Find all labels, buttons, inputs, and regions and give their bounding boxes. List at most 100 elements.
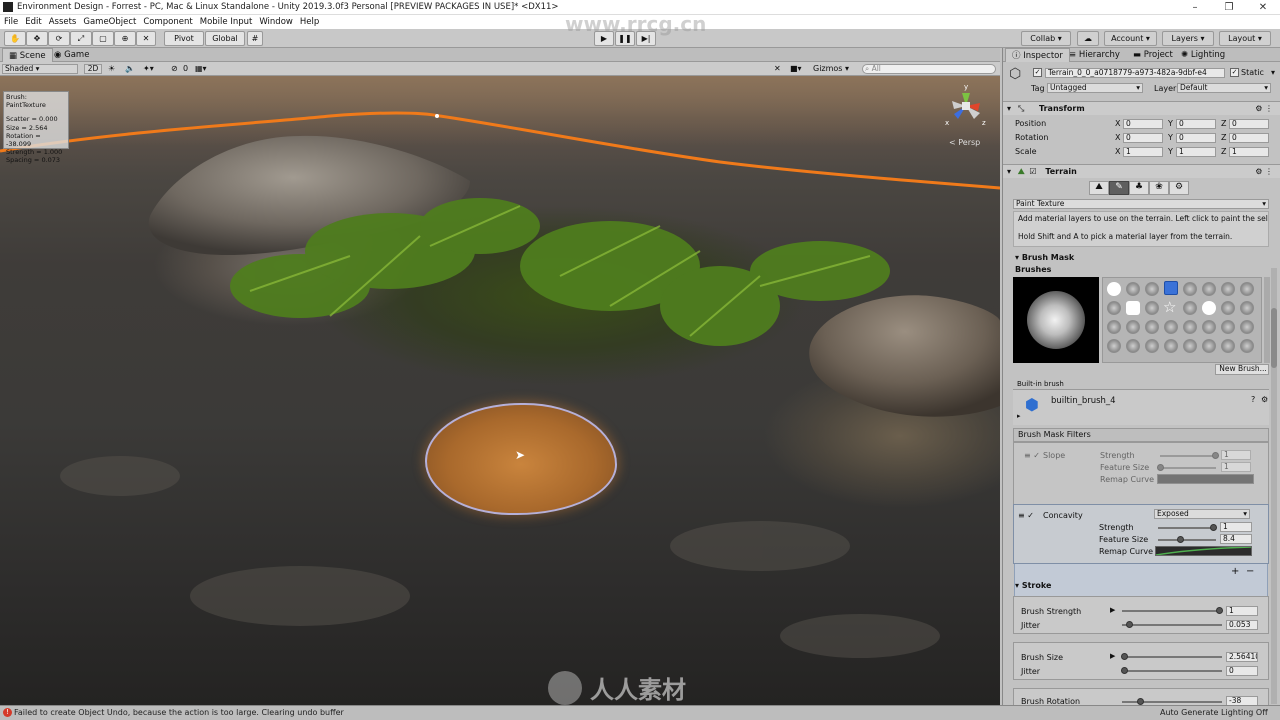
brush-size-slider[interactable] [1122, 656, 1222, 658]
size-jitter-slider[interactable] [1122, 670, 1222, 672]
brush-thumb[interactable] [1145, 282, 1159, 296]
position-y-field[interactable]: 0 [1176, 119, 1216, 129]
brush-strength-slider[interactable] [1122, 610, 1222, 612]
jitter-field[interactable]: 0.053 [1226, 620, 1258, 630]
concavity-feature-slider[interactable] [1158, 539, 1216, 541]
brush-thumb[interactable] [1164, 320, 1178, 334]
maximize-icon[interactable]: ❐ [1212, 0, 1246, 15]
brush-thumb[interactable] [1145, 301, 1159, 315]
brush-thumb[interactable] [1240, 339, 1254, 353]
brush-thumb[interactable] [1202, 339, 1216, 353]
camera-icon[interactable]: ■▾ [790, 64, 802, 73]
tab-inspector[interactable]: ⓘ Inspector [1005, 48, 1070, 62]
step-button[interactable]: ▶| [636, 31, 656, 46]
brush-thumb-selected[interactable] [1164, 281, 1178, 295]
transform-tool-icon[interactable]: ⊕ [114, 31, 136, 46]
cloud-icon[interactable]: ☁ [1077, 31, 1099, 46]
tools-icon[interactable]: ✕ [774, 64, 781, 73]
terrain-enabled-checkbox[interactable]: ☑ [1029, 167, 1036, 176]
scale-z-field[interactable]: 1 [1229, 147, 1269, 157]
brush-settings-icon[interactable]: ⚙ [1261, 395, 1268, 404]
brush-size-field[interactable]: 2.56410 [1226, 652, 1258, 662]
pivot-toggle[interactable]: Pivot [164, 31, 204, 46]
brush-thumb[interactable] [1183, 339, 1197, 353]
menu-assets[interactable]: Assets [49, 17, 77, 27]
remove-filter-icon[interactable]: − [1246, 566, 1254, 577]
concavity-mode-dropdown[interactable]: Exposed ▾ [1154, 509, 1250, 519]
rotation-y-field[interactable]: 0 [1176, 133, 1216, 143]
brush-thumb[interactable] [1240, 301, 1254, 315]
layer-dropdown[interactable]: Default ▾ [1177, 83, 1271, 93]
brush-thumb[interactable] [1126, 339, 1140, 353]
slope-feature-slider[interactable] [1160, 467, 1216, 469]
custom-tool-icon[interactable]: ✕ [136, 31, 156, 46]
rotation-z-field[interactable]: 0 [1229, 133, 1269, 143]
status-message[interactable]: Failed to create Object Undo, because th… [14, 708, 344, 717]
inspector-scrollbar[interactable] [1271, 268, 1277, 704]
terrain-header[interactable]: ▾ ⛰ ☑ Terrain ⚙ ⋮ [1003, 164, 1280, 178]
brush-thumb[interactable] [1221, 339, 1235, 353]
tag-dropdown[interactable]: Untagged ▾ [1047, 83, 1143, 93]
menu-component[interactable]: Component [143, 17, 192, 27]
brush-thumb[interactable] [1126, 301, 1140, 315]
effects-toggle-icon[interactable]: ✦▾ [143, 64, 154, 73]
tab-project[interactable]: ▬ Project [1127, 48, 1179, 62]
raise-terrain-icon[interactable]: ⛰ [1089, 181, 1109, 195]
paint-trees-icon[interactable]: ♣ [1129, 181, 1149, 195]
slope-strength-knob[interactable] [1212, 452, 1219, 459]
add-filter-icon[interactable]: + [1231, 566, 1239, 577]
brush-thumb[interactable] [1126, 282, 1140, 296]
size-jitter-knob[interactable] [1121, 667, 1128, 674]
brush-thumb[interactable] [1164, 339, 1178, 353]
audio-toggle-icon[interactable]: 🔈 [125, 64, 135, 73]
tab-game[interactable]: ◉ Game [48, 48, 95, 62]
move-tool-icon[interactable]: ✥ [26, 31, 48, 46]
object-name-field[interactable]: Terrain_0_0_a0718779-a973-482a-9dbf-e4 [1045, 68, 1225, 78]
brush-thumb[interactable] [1107, 282, 1121, 296]
concavity-filter[interactable]: ≡ ✓ Concavity Exposed ▾ Strength 1 Featur… [1013, 504, 1269, 564]
brush-mask-title[interactable]: ▾ Brush Mask [1015, 253, 1074, 262]
concavity-feature-field[interactable]: 8.4 [1220, 534, 1252, 544]
brush-thumb[interactable] [1240, 320, 1254, 334]
brush-strength-field[interactable]: 1 [1226, 606, 1258, 616]
brush-thumb[interactable] [1183, 282, 1197, 296]
global-toggle[interactable]: Global [205, 31, 245, 46]
shading-mode-dropdown[interactable]: Shaded ▾ [2, 64, 78, 74]
concavity-remap-curve[interactable] [1155, 546, 1252, 556]
foldout-icon[interactable]: ▸ [1017, 412, 1021, 420]
grid-toggle-icon[interactable]: ▦▾ [195, 64, 207, 73]
rotation-x-field[interactable]: 0 [1123, 133, 1163, 143]
concavity-feature-knob[interactable] [1177, 536, 1184, 543]
brush-grid-scrollbar[interactable] [1264, 277, 1270, 363]
menu-window[interactable]: Window [259, 17, 293, 27]
slope-remap-curve[interactable] [1157, 474, 1254, 484]
position-z-field[interactable]: 0 [1229, 119, 1269, 129]
paint-brush-icon[interactable]: ✎ [1109, 181, 1129, 195]
menu-edit[interactable]: Edit [25, 17, 41, 27]
scene-viewport[interactable]: ➤ Brush: PaintTexture Scatter = 0.000 Si… [0, 76, 1000, 705]
slope-filter[interactable]: ≡ ✓ Slope Strength 1 Feature Size 1 Rema… [1016, 445, 1266, 501]
brush-thumb[interactable] [1107, 301, 1121, 315]
scene-orientation-gizmo[interactable]: y x z [944, 81, 989, 131]
concavity-strength-field[interactable]: 1 [1220, 522, 1252, 532]
new-brush-button[interactable]: New Brush... [1215, 364, 1269, 375]
scale-x-field[interactable]: 1 [1123, 147, 1163, 157]
component-settings-icon[interactable]: ⚙ ⋮ [1255, 102, 1273, 115]
mode-2d-toggle[interactable]: 2D [84, 64, 102, 74]
terrain-settings-icon[interactable]: ⚙ [1169, 181, 1189, 195]
brush-thumb[interactable] [1202, 320, 1216, 334]
active-checkbox[interactable]: ✓ [1033, 68, 1042, 77]
expand-icon[interactable]: ▶ [1110, 606, 1115, 614]
slope-strength-slider[interactable] [1160, 455, 1216, 457]
transform-header[interactable]: ▾ ⤡ Transform ⚙ ⋮ [1003, 101, 1280, 115]
scale-tool-icon[interactable]: ⤢ [70, 31, 92, 46]
layers-dropdown[interactable]: Layers ▾ [1162, 31, 1214, 46]
brush-rotation-knob[interactable] [1137, 698, 1144, 705]
filter-drag-icon[interactable]: ≡ ✓ [1018, 511, 1034, 520]
jitter-knob[interactable] [1126, 621, 1133, 628]
minimize-icon[interactable]: – [1178, 0, 1212, 15]
tab-lighting[interactable]: ✺ Lighting [1175, 48, 1231, 62]
menu-gameobject[interactable]: GameObject [83, 17, 136, 27]
concavity-strength-slider[interactable] [1158, 527, 1216, 529]
lighting-toggle-icon[interactable]: ☀ [108, 64, 115, 73]
